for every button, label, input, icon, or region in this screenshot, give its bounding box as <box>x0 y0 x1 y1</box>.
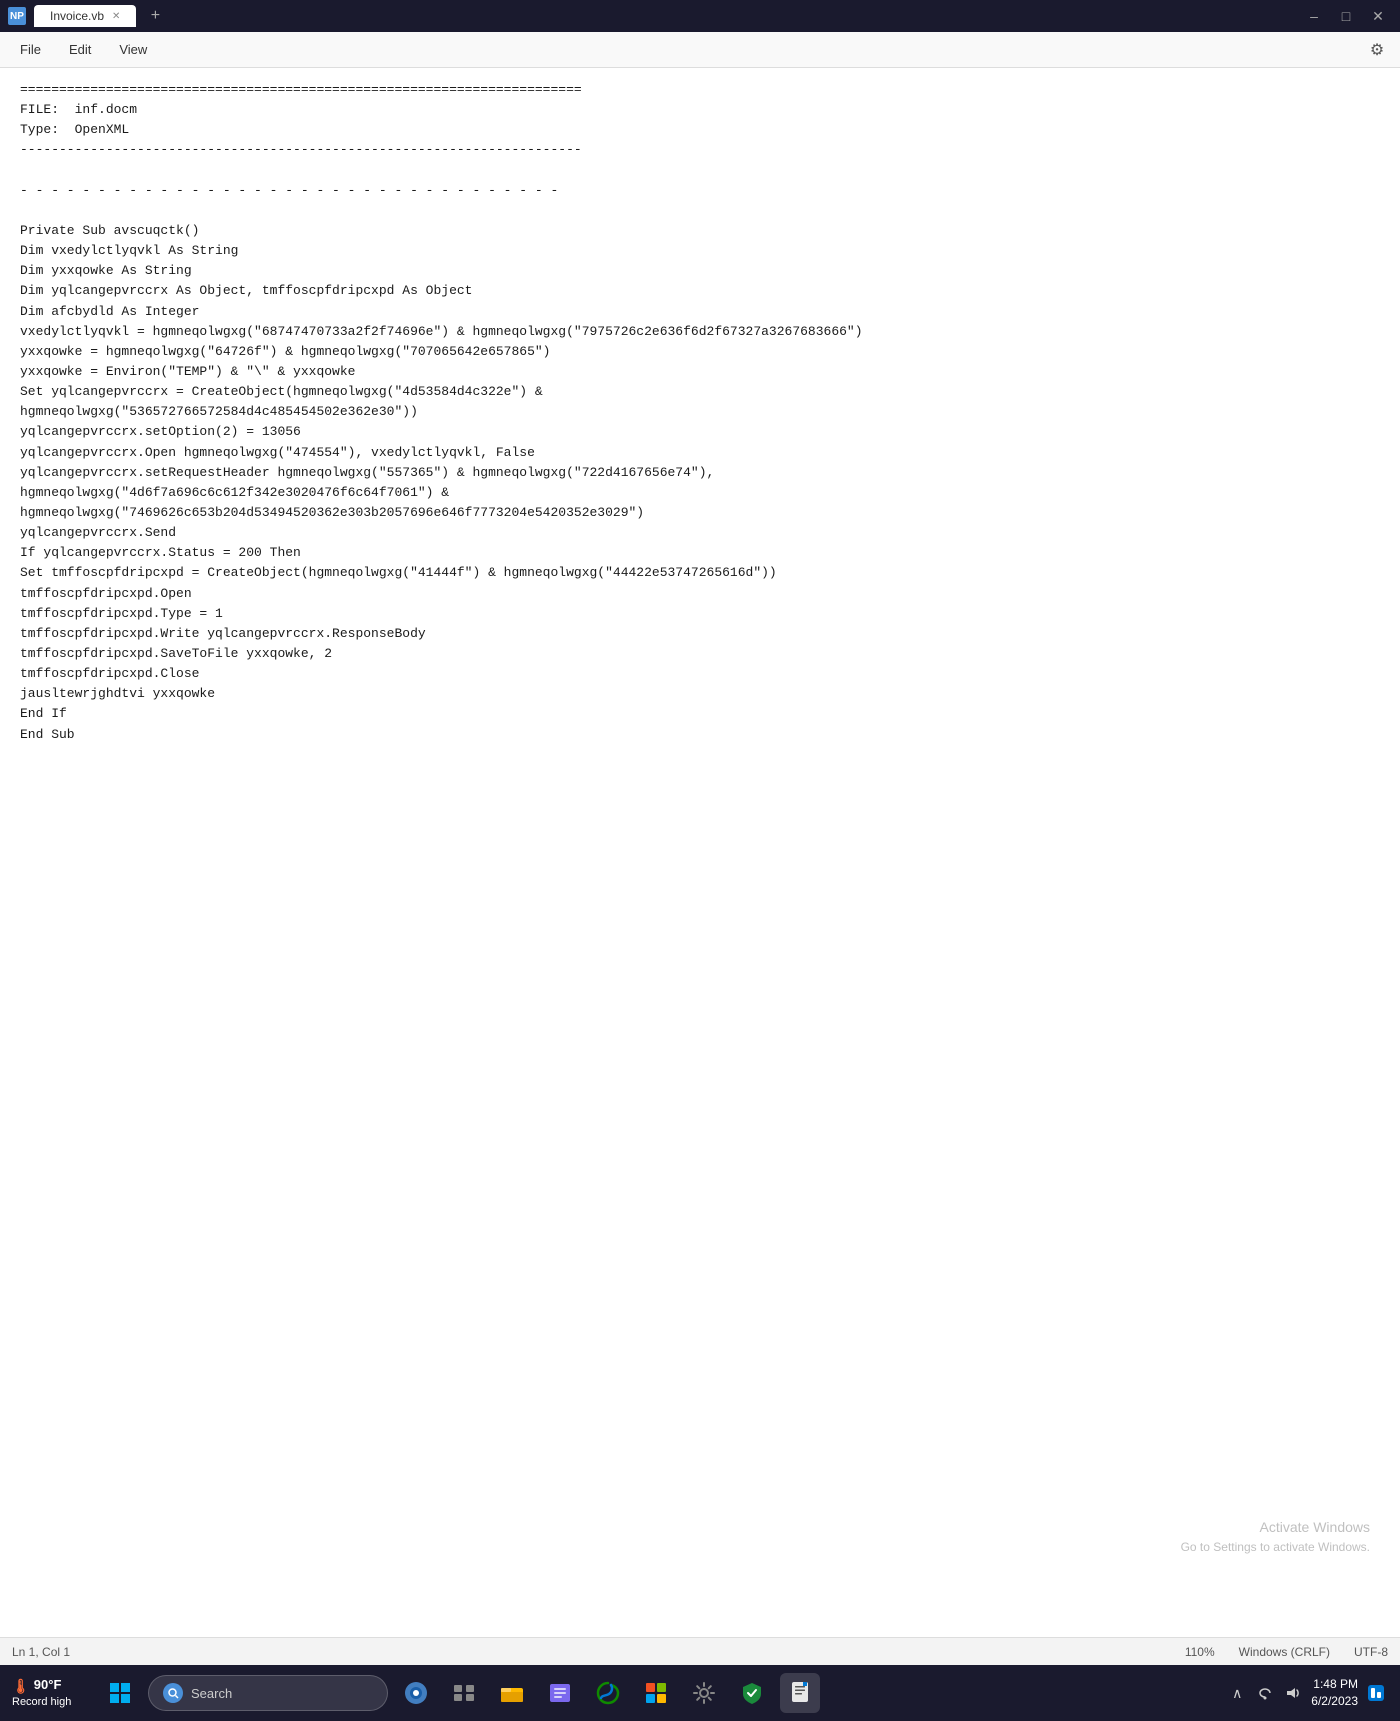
window-controls: – □ ✕ <box>1300 5 1392 27</box>
taskbar-right: ∧ 1:48 PM 6/2/2023 <box>1225 1676 1388 1710</box>
tab-label: Invoice.vb <box>50 9 104 23</box>
code-editor[interactable]: ========================================… <box>0 68 1400 1637</box>
start-button[interactable] <box>100 1673 140 1713</box>
activate-line1: Activate Windows <box>1181 1517 1370 1539</box>
taskbar-app-notepad[interactable] <box>780 1673 820 1713</box>
cortana-button[interactable] <box>396 1673 436 1713</box>
status-right: 110% Windows (CRLF) UTF-8 <box>1185 1645 1388 1659</box>
taskbar-app-defender[interactable] <box>732 1673 772 1713</box>
clock-time: 1:48 PM <box>1311 1676 1358 1693</box>
weather-widget[interactable]: 🌡 90°F Record high <box>12 1677 92 1709</box>
network-icon[interactable] <box>1253 1681 1277 1705</box>
activate-windows-watermark: Activate WindowsGo to Settings to activa… <box>1181 1517 1370 1557</box>
clock-date: 6/2/2023 <box>1311 1693 1358 1710</box>
task-view-button[interactable] <box>444 1673 484 1713</box>
title-bar: NP Invoice.vb ✕ + – □ ✕ <box>0 0 1400 32</box>
clock[interactable]: 1:48 PM 6/2/2023 <box>1311 1676 1358 1710</box>
weather-icon: 🌡 <box>12 1677 30 1695</box>
system-tray: ∧ <box>1225 1681 1305 1705</box>
taskbar-app-files[interactable] <box>540 1673 580 1713</box>
cursor-position: Ln 1, Col 1 <box>12 1645 70 1659</box>
edit-menu[interactable]: Edit <box>57 38 103 61</box>
search-icon <box>163 1683 183 1703</box>
tab-close-icon[interactable]: ✕ <box>112 11 120 22</box>
taskbar-app-edge[interactable] <box>588 1673 628 1713</box>
taskbar: 🌡 90°F Record high Search <box>0 1665 1400 1721</box>
weather-description: Record high <box>12 1695 92 1709</box>
app-icon: NP <box>8 7 26 25</box>
notifications-icon[interactable] <box>1364 1681 1388 1705</box>
search-bar[interactable]: Search <box>148 1675 388 1711</box>
chevron-up-tray[interactable]: ∧ <box>1225 1681 1249 1705</box>
line-endings: Windows (CRLF) <box>1239 1645 1330 1659</box>
taskbar-app-settings[interactable] <box>684 1673 724 1713</box>
zoom-level: 110% <box>1185 1645 1215 1659</box>
status-bar: Ln 1, Col 1 110% Windows (CRLF) UTF-8 <box>0 1637 1400 1665</box>
temperature: 90°F <box>34 1677 62 1694</box>
settings-icon[interactable]: ⚙ <box>1362 36 1392 64</box>
maximize-button[interactable]: □ <box>1332 5 1360 27</box>
search-label: Search <box>191 1686 232 1701</box>
volume-icon[interactable] <box>1281 1681 1305 1705</box>
minimize-button[interactable]: – <box>1300 5 1328 27</box>
view-menu[interactable]: View <box>107 38 159 61</box>
activate-line2: Go to Settings to activate Windows. <box>1181 1538 1370 1557</box>
add-tab-button[interactable]: + <box>144 5 166 27</box>
active-tab[interactable]: Invoice.vb ✕ <box>34 5 136 27</box>
taskbar-app-explorer[interactable] <box>492 1673 532 1713</box>
close-button[interactable]: ✕ <box>1364 5 1392 27</box>
encoding: UTF-8 <box>1354 1645 1388 1659</box>
taskbar-app-store[interactable] <box>636 1673 676 1713</box>
file-menu[interactable]: File <box>8 38 53 61</box>
menu-bar: File Edit View ⚙ <box>0 32 1400 68</box>
